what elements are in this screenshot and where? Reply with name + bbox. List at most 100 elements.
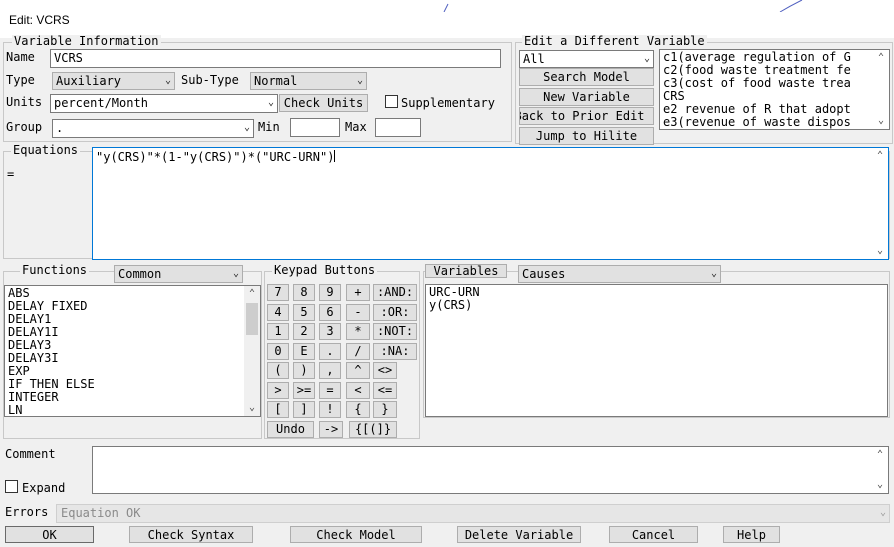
keypad-key[interactable]: ^ — [346, 362, 370, 379]
keypad-key[interactable]: [ — [267, 401, 289, 418]
check-model-button[interactable]: Check Model — [290, 526, 422, 543]
keypad-key[interactable]: ) — [293, 362, 315, 379]
chevron-up-icon[interactable]: ⌃ — [872, 148, 888, 164]
variables-button[interactable]: Variables — [425, 264, 507, 278]
causes-select[interactable]: Causes ⌄ — [518, 265, 721, 283]
name-input[interactable]: VCRS — [50, 49, 501, 68]
arrow-button[interactable]: -> — [319, 421, 343, 438]
functions-list[interactable]: ABS DELAY FIXED DELAY1 DELAY1I DELAY3 DE… — [4, 285, 261, 417]
keypad-key[interactable]: E — [293, 343, 315, 360]
undo-button[interactable]: Undo — [267, 421, 314, 438]
keypad-key[interactable]: <= — [373, 382, 397, 399]
name-label: Name — [6, 50, 35, 64]
keypad-key[interactable]: 0 — [267, 343, 289, 360]
keypad-label: Keypad Buttons — [272, 263, 378, 277]
causes-list[interactable]: URC-URN y(CRS) — [425, 284, 888, 417]
keypad-key[interactable]: 7 — [267, 284, 289, 301]
keypad-key[interactable]: < — [346, 382, 370, 399]
chevron-down-icon[interactable]: ⌄ — [873, 113, 889, 129]
check-syntax-button[interactable]: Check Syntax — [129, 526, 253, 543]
delete-variable-button[interactable]: Delete Variable — [457, 526, 581, 543]
subtype-value: Normal — [254, 74, 298, 88]
keypad-key[interactable]: > — [267, 382, 289, 399]
keypad-key[interactable]: 1 — [267, 323, 289, 340]
keypad-key[interactable]: :NOT: — [373, 323, 417, 340]
scroll-thumb[interactable] — [246, 303, 258, 335]
list-item[interactable]: y(CRS) — [426, 299, 887, 312]
function-category-select[interactable]: Common ⌄ — [114, 265, 243, 283]
keypad-key[interactable]: ] — [293, 401, 315, 418]
keypad-key[interactable]: ( — [267, 362, 289, 379]
edit-different-label: Edit a Different Variable — [522, 34, 707, 48]
keypad-key[interactable]: >= — [293, 382, 315, 399]
keypad-key[interactable]: / — [346, 343, 370, 360]
ok-button[interactable]: OK — [5, 526, 94, 543]
equation-text: "y(CRS)"*(1-"y(CRS)")*("URC-URN") — [96, 150, 335, 164]
comment-scrollbar[interactable]: ⌃ ⌄ — [872, 447, 888, 493]
chevron-down-icon[interactable]: ⌄ — [872, 243, 888, 259]
supplementary-checkbox[interactable] — [385, 95, 398, 108]
variable-list-scrollbar[interactable]: ⌃ ⌄ — [873, 50, 889, 129]
chevron-down-icon: ⌄ — [164, 75, 171, 86]
keypad-key[interactable]: . — [319, 343, 341, 360]
chevron-down-icon[interactable]: ⌄ — [872, 477, 888, 493]
keypad-key[interactable]: + — [346, 284, 370, 301]
jump-to-hilite-button[interactable]: Jump to Hilite — [519, 127, 654, 145]
list-item[interactable]: INTEGER — [5, 391, 260, 404]
group-combo[interactable]: . ⌄ — [52, 119, 254, 138]
comment-textarea[interactable] — [92, 446, 889, 494]
keypad-key[interactable]: 5 — [293, 304, 315, 321]
list-item[interactable]: e3(revenue of waste dispos — [660, 116, 889, 129]
keypad-key[interactable]: 4 — [267, 304, 289, 321]
cancel-button[interactable]: Cancel — [609, 526, 698, 543]
keypad-key[interactable]: :NA: — [373, 343, 417, 360]
keypad-key[interactable]: :OR: — [373, 304, 417, 321]
chevron-up-icon[interactable]: ⌃ — [872, 447, 888, 463]
equation-textarea[interactable]: "y(CRS)"*(1-"y(CRS)")*("URC-URN") ⌃ ⌄ — [92, 147, 889, 260]
chevron-up-icon[interactable]: ⌃ — [244, 286, 260, 302]
help-button[interactable]: Help — [723, 526, 780, 543]
max-input[interactable] — [375, 118, 421, 137]
brackets-button[interactable]: {[(]} — [349, 421, 397, 438]
chevron-down-icon: ⌄ — [710, 268, 717, 279]
functions-scrollbar[interactable]: ⌃ ⌄ — [244, 286, 260, 416]
list-item[interactable]: c3(cost of food waste trea — [660, 77, 889, 90]
back-to-prior-edit-label: Back to Prior Edit — [519, 109, 645, 123]
expand-checkbox[interactable] — [5, 480, 18, 493]
units-combo[interactable]: percent/Month ⌄ — [50, 94, 278, 113]
keypad-key[interactable]: * — [346, 323, 370, 340]
chevron-up-icon[interactable]: ⌃ — [873, 50, 889, 66]
list-item[interactable]: URC-URN — [426, 286, 887, 299]
keypad-key[interactable]: - — [346, 304, 370, 321]
units-value: percent/Month — [54, 96, 148, 110]
variable-list[interactable]: c1(average regulation of G c2(food waste… — [659, 49, 890, 130]
keypad-key[interactable]: { — [346, 401, 370, 418]
keypad-key[interactable]: = — [319, 382, 341, 399]
subtype-select[interactable]: Normal ⌄ — [250, 72, 367, 90]
keypad-key[interactable]: 6 — [319, 304, 341, 321]
keypad-key[interactable]: <> — [373, 362, 397, 379]
new-variable-button[interactable]: New Variable — [519, 88, 654, 106]
search-model-button[interactable]: Search Model — [519, 68, 654, 86]
keypad-key[interactable]: 9 — [319, 284, 341, 301]
chevron-down-icon: ⌄ — [356, 75, 363, 86]
keypad-key[interactable]: , — [319, 362, 341, 379]
keypad-key[interactable]: 8 — [293, 284, 315, 301]
keypad-key[interactable]: ! — [319, 401, 341, 418]
type-select[interactable]: Auxiliary ⌄ — [52, 72, 175, 90]
equation-scrollbar[interactable]: ⌃ ⌄ — [872, 148, 888, 259]
keypad-key[interactable]: 2 — [293, 323, 315, 340]
keypad-key[interactable]: 3 — [319, 323, 341, 340]
min-input[interactable] — [290, 118, 340, 137]
back-to-prior-edit-button[interactable]: Back to Prior Edit — [519, 107, 654, 125]
chevron-down-icon[interactable]: ⌄ — [244, 400, 260, 416]
variable-filter-select[interactable]: All ⌄ — [519, 50, 654, 68]
chevron-down-icon: ⌄ — [643, 53, 650, 64]
errors-status: Equation OK ⌄ — [56, 504, 890, 523]
list-item[interactable]: DELAY3I — [5, 352, 260, 365]
type-value: Auxiliary — [56, 74, 122, 88]
keypad-key[interactable]: :AND: — [373, 284, 417, 301]
check-units-button[interactable]: Check Units — [279, 94, 368, 112]
list-item[interactable]: LN — [5, 404, 260, 417]
keypad-key[interactable]: } — [373, 401, 397, 418]
